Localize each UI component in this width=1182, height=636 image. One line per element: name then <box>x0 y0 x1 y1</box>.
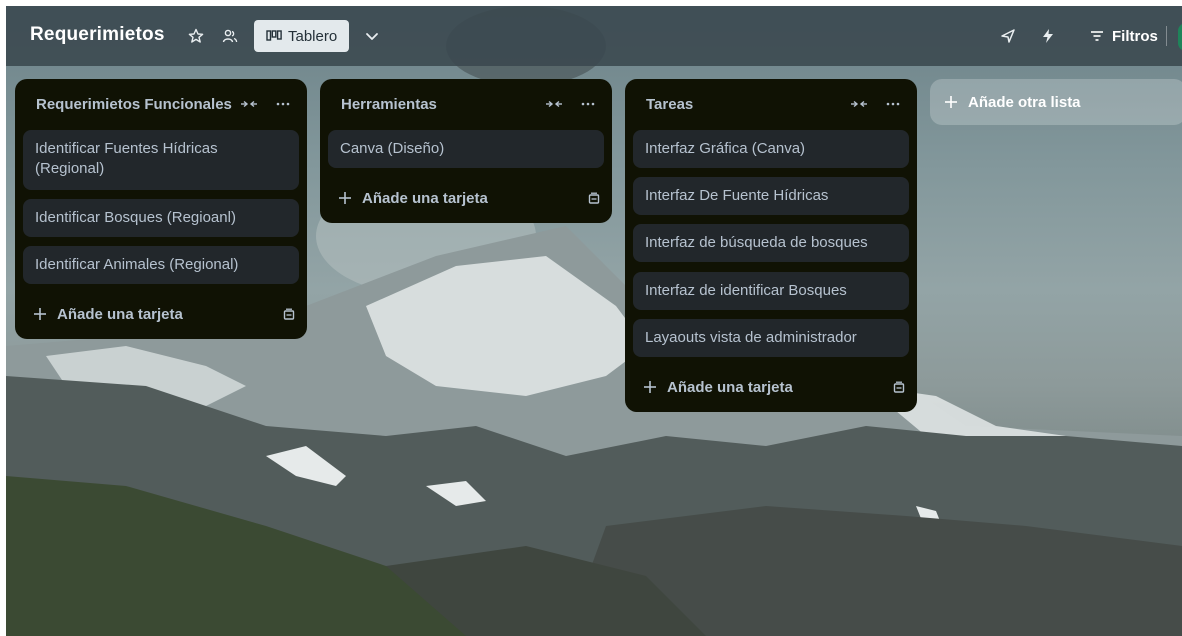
add-list-button[interactable]: Añade otra lista <box>930 79 1182 125</box>
workspace-visibility-icon[interactable] <box>216 22 244 50</box>
card[interactable]: Layaouts vista de administrador <box>633 319 909 357</box>
plus-icon <box>643 380 657 394</box>
collapse-list-icon[interactable] <box>542 94 566 114</box>
list-header: Herramientas <box>320 79 612 127</box>
list-menu-icon[interactable] <box>881 94 905 114</box>
board-title[interactable]: Requerimietos <box>30 24 165 46</box>
list-title[interactable]: Tareas <box>646 96 693 113</box>
plus-icon <box>944 95 958 109</box>
add-list-label: Añade otra lista <box>968 93 1081 111</box>
star-icon[interactable] <box>182 22 210 50</box>
member-avatar[interactable] <box>1178 23 1182 51</box>
list-menu-icon[interactable] <box>271 94 295 114</box>
board-window: Requerimietos Tablero Filtros Requerimie… <box>6 6 1182 636</box>
add-card-label: Añade una tarjeta <box>362 189 488 207</box>
card-template-icon[interactable] <box>883 372 913 402</box>
card[interactable]: Identificar Animales (Regional) <box>23 246 299 284</box>
list-menu-icon[interactable] <box>576 94 600 114</box>
list-header: Requerimietos Funcionales <box>15 79 307 127</box>
card[interactable]: Interfaz de búsqueda de bosques <box>633 224 909 262</box>
list-title[interactable]: Requerimietos Funcionales <box>36 96 232 113</box>
board-header: Requerimietos Tablero Filtros <box>6 6 1182 66</box>
add-card-button[interactable]: Añade una tarjeta <box>633 370 857 404</box>
chevron-down-icon[interactable] <box>358 22 386 50</box>
board-view-icon <box>266 30 282 42</box>
automation-icon[interactable] <box>1034 22 1062 50</box>
plus-icon <box>33 307 47 321</box>
list-tareas: Tareas Interfaz Gráfica (Canva) Interfaz… <box>625 79 917 412</box>
header-divider <box>1166 26 1167 46</box>
add-card-label: Añade una tarjeta <box>667 378 793 396</box>
list-requerimientos-funcionales: Requerimietos Funcionales Identificar Fu… <box>15 79 307 339</box>
collapse-list-icon[interactable] <box>237 94 261 114</box>
card[interactable]: Interfaz de identificar Bosques <box>633 272 909 310</box>
card[interactable]: Identificar Bosques (Regioanl) <box>23 199 299 237</box>
board-view-label: Tablero <box>288 27 338 45</box>
filter-label: Filtros <box>1112 27 1158 45</box>
add-card-label: Añade una tarjeta <box>57 305 183 323</box>
list-header: Tareas <box>625 79 917 127</box>
card[interactable]: Identificar Fuentes Hídricas (Regional) <box>23 130 299 190</box>
list-herramientas: Herramientas Canva (Diseño) Añade una ta… <box>320 79 612 223</box>
board-view-button[interactable]: Tablero <box>254 20 350 52</box>
plus-icon <box>338 191 352 205</box>
card[interactable]: Canva (Diseño) <box>328 130 604 168</box>
add-card-button[interactable]: Añade una tarjeta <box>328 181 552 215</box>
card-template-icon[interactable] <box>273 299 303 329</box>
add-card-button[interactable]: Añade una tarjeta <box>23 297 247 331</box>
filter-icon <box>1090 30 1104 42</box>
card[interactable]: Interfaz Gráfica (Canva) <box>633 130 909 168</box>
collapse-list-icon[interactable] <box>847 94 871 114</box>
list-title[interactable]: Herramientas <box>341 96 437 113</box>
card-template-icon[interactable] <box>578 183 608 213</box>
filter-button[interactable]: Filtros <box>1090 22 1158 50</box>
power-ups-icon[interactable] <box>994 22 1022 50</box>
card[interactable]: Interfaz De Fuente Hídricas <box>633 177 909 215</box>
